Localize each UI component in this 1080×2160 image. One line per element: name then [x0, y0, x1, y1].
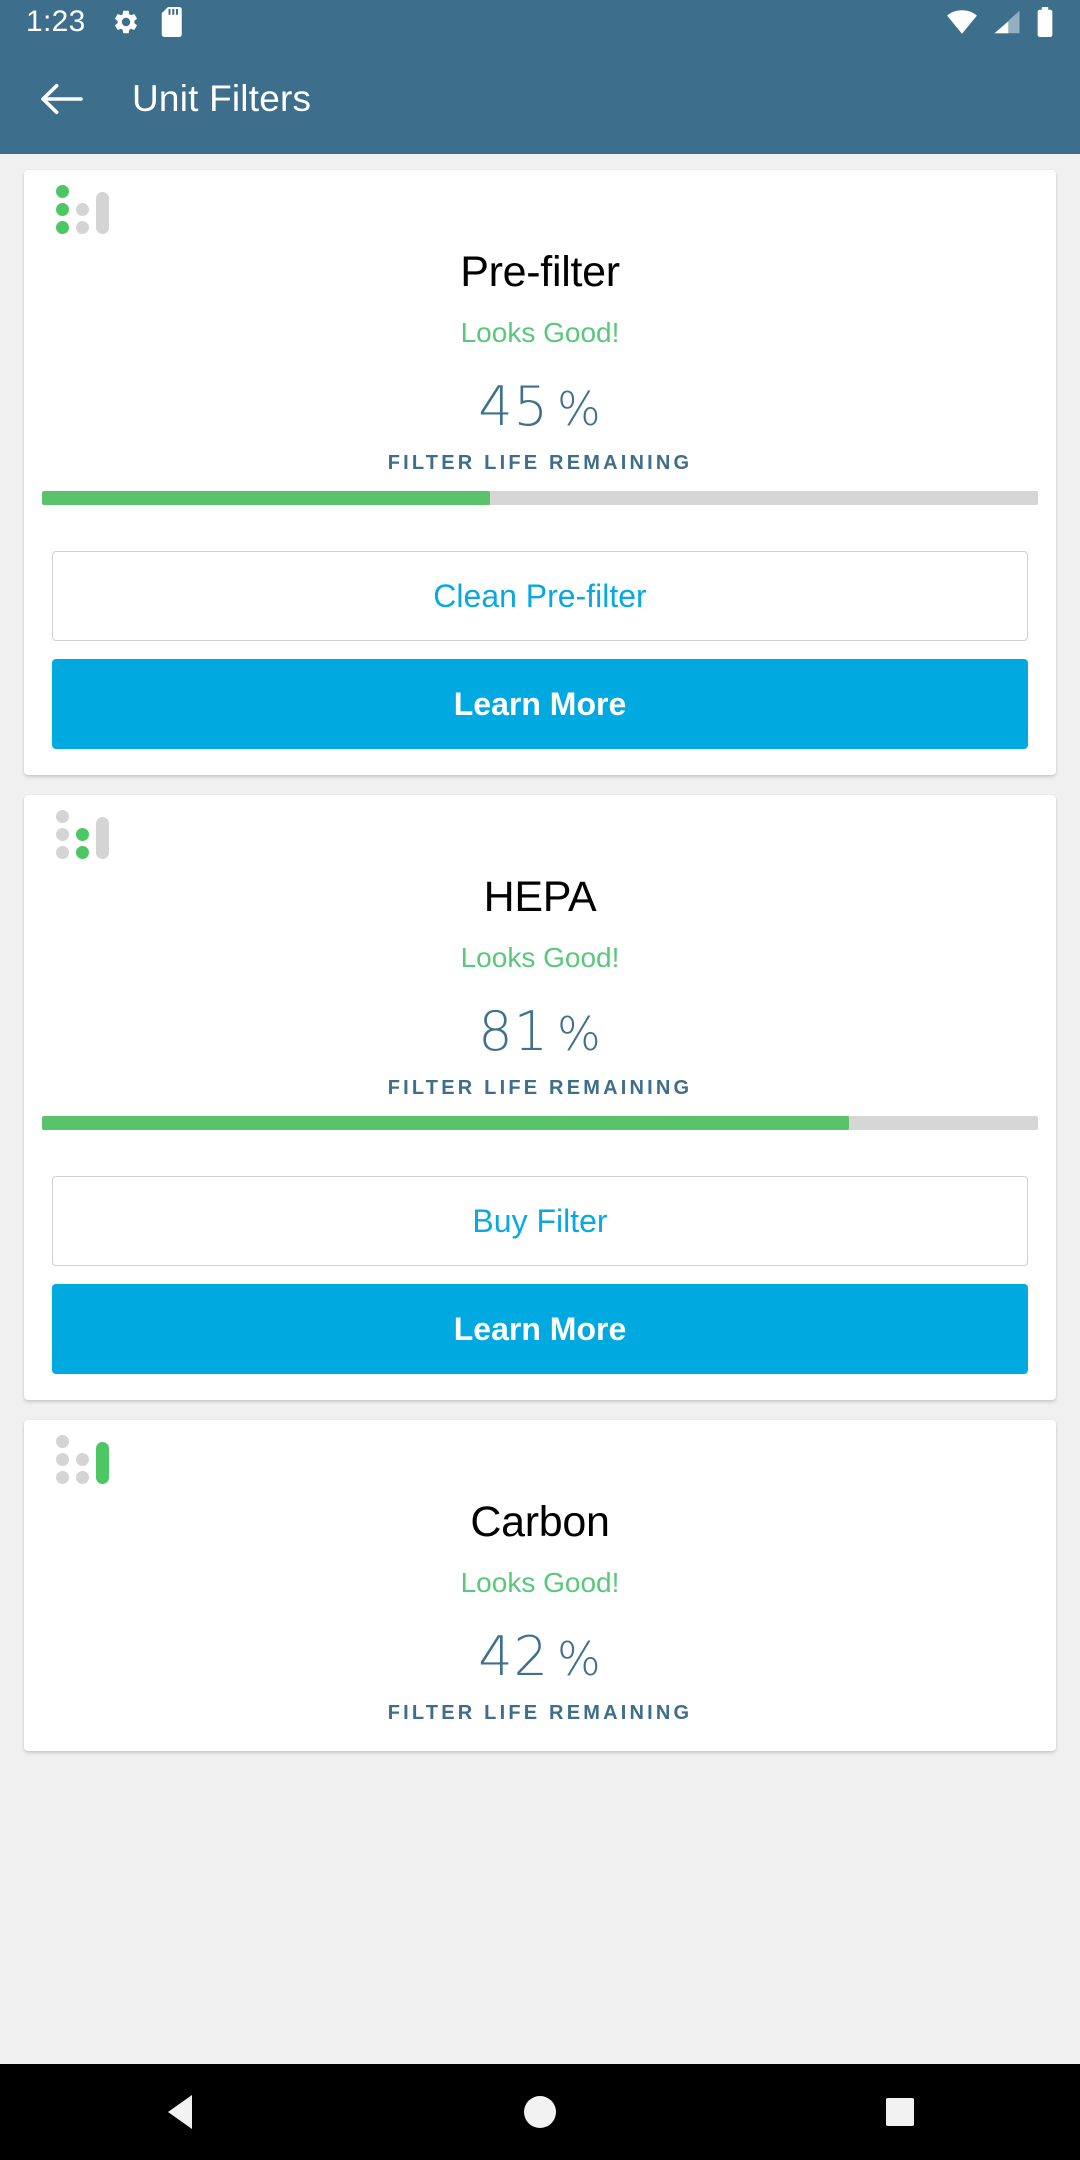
- nav-home-icon: [524, 2096, 556, 2128]
- filter-life-label: FILTER LIFE REMAINING: [387, 452, 693, 474]
- filter-card-pre-filter: Pre-filter Looks Good! 45% FILTER LIFE R…: [24, 170, 1056, 775]
- app-bar: Unit Filters: [0, 44, 1080, 154]
- filter-level-icon-col-1: [56, 1435, 69, 1484]
- phone-screen: 1:23 Unit Filters Pre-filter Looks Good!…: [0, 0, 1080, 2160]
- cellular-signal-icon: [994, 10, 1020, 34]
- filter-life-progress-fill: [42, 1116, 849, 1130]
- nav-back-icon: [168, 2095, 192, 2129]
- nav-home-button[interactable]: [440, 2064, 640, 2160]
- filter-life-progress-fill: [42, 491, 491, 505]
- filter-status-text: Looks Good!: [460, 942, 620, 973]
- filter-level-icon-col-2: [76, 203, 89, 234]
- filter-life-progress-track: [42, 1116, 1038, 1130]
- filter-percent-value: 42: [478, 1625, 549, 1688]
- battery-icon: [1037, 7, 1053, 37]
- filter-percent-unit: %: [557, 382, 602, 436]
- filter-level-icon-col-1: [56, 185, 69, 234]
- filter-name: Pre-filter: [460, 248, 620, 296]
- wifi-icon: [947, 10, 977, 34]
- filter-name: HEPA: [483, 873, 597, 921]
- filter-level-icon: [56, 185, 1028, 234]
- filter-percent: 42%: [52, 1625, 1028, 1688]
- back-arrow-icon: [41, 83, 83, 115]
- sd-card-icon: [161, 7, 182, 37]
- filter-percent-value: 81: [478, 1000, 549, 1063]
- gear-icon: [114, 10, 137, 34]
- filter-percent: 81%: [52, 1000, 1028, 1063]
- learn-more-button[interactable]: Learn More: [52, 659, 1028, 749]
- filter-card-carbon: Carbon Looks Good! 42% FILTER LIFE REMAI…: [24, 1420, 1056, 1751]
- filter-life-label: FILTER LIFE REMAINING: [387, 1077, 693, 1099]
- nav-recents-icon: [886, 2098, 914, 2126]
- filter-name: Carbon: [470, 1498, 610, 1546]
- android-nav-bar: [0, 2064, 1080, 2160]
- nav-back-button[interactable]: [80, 2064, 280, 2160]
- filter-percent-unit: %: [557, 1632, 602, 1686]
- filter-percent: 45%: [52, 375, 1028, 438]
- filter-life-label: FILTER LIFE REMAINING: [387, 1702, 693, 1724]
- filter-level-icon-col-2: [76, 1453, 89, 1484]
- back-button[interactable]: [30, 67, 94, 131]
- filter-status-text: Looks Good!: [460, 317, 620, 348]
- filter-percent-unit: %: [557, 1007, 602, 1061]
- buy-filter-button[interactable]: Buy Filter: [52, 1176, 1028, 1266]
- filter-status-text: Looks Good!: [460, 1567, 620, 1598]
- filter-percent-value: 45: [478, 375, 549, 438]
- learn-more-button[interactable]: Learn More: [52, 1284, 1028, 1374]
- filters-scroll-area[interactable]: Pre-filter Looks Good! 45% FILTER LIFE R…: [0, 154, 1080, 2160]
- status-bar-system-icons: [946, 7, 1054, 37]
- nav-recents-button[interactable]: [800, 2064, 1000, 2160]
- filter-level-icon-col-1: [56, 810, 69, 859]
- filter-level-icon-col-2: [76, 828, 89, 859]
- filter-life-progress-track: [42, 491, 1038, 505]
- page-title: Unit Filters: [132, 78, 312, 119]
- filter-level-icon-col-3: [96, 192, 109, 234]
- filter-level-icon-col-3: [96, 817, 109, 859]
- filter-level-icon: [56, 810, 1028, 859]
- filter-level-icon-col-3: [96, 1442, 109, 1484]
- clean-pre-filter-button[interactable]: Clean Pre-filter: [52, 551, 1028, 641]
- status-bar-clock: 1:23: [26, 5, 86, 38]
- filter-card-hepa: HEPA Looks Good! 81% FILTER LIFE REMAINI…: [24, 795, 1056, 1400]
- status-bar: 1:23: [0, 0, 1080, 44]
- status-bar-notification-icons: [112, 7, 186, 37]
- filter-level-icon: [56, 1435, 1028, 1484]
